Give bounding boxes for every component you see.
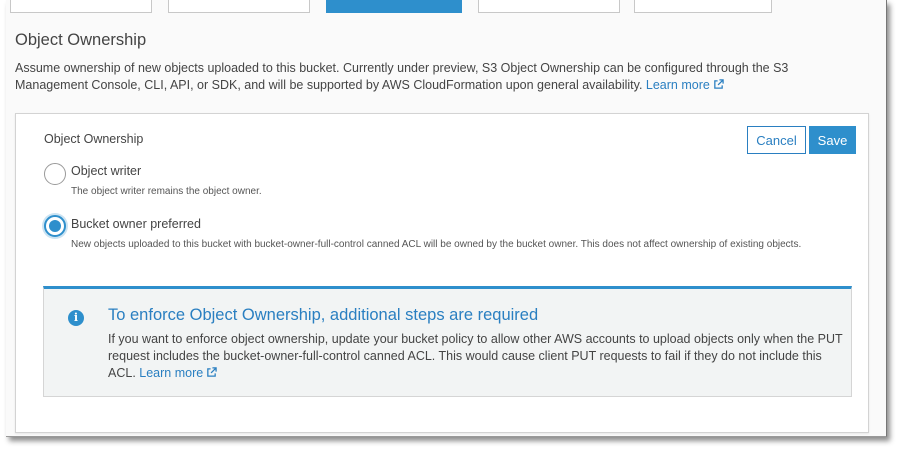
learn-more-label: Learn more [645, 78, 710, 92]
external-link-icon [714, 79, 724, 89]
bucket-owner-preferred-title: Bucket owner preferred [71, 217, 201, 231]
alert-learn-more-label: Learn more [139, 366, 204, 380]
tab-strip [6, 0, 886, 14]
bucket-owner-preferred-radio[interactable] [44, 215, 66, 237]
save-button[interactable]: Save [809, 126, 856, 154]
info-alert: i To enforce Object Ownership, additiona… [43, 286, 852, 397]
external-link-icon [207, 367, 217, 377]
tab-2[interactable] [168, 0, 310, 13]
page-frame: Object Ownership Assume ownership of new… [6, 0, 887, 437]
ownership-card: Object Ownership Cancel Save Object writ… [15, 113, 869, 433]
alert-title: To enforce Object Ownership, additional … [108, 306, 539, 324]
tab-1[interactable] [10, 0, 152, 13]
alert-body: If you want to enforce object ownership,… [108, 331, 843, 382]
card-label: Object Ownership [44, 132, 144, 146]
section-description: Assume ownership of new objects uploaded… [15, 60, 830, 94]
learn-more-link[interactable]: Learn more [646, 78, 724, 92]
object-writer-description: The object writer remains the object own… [71, 186, 262, 197]
cancel-button[interactable]: Cancel [747, 126, 806, 154]
tab-4[interactable] [478, 0, 620, 13]
bucket-owner-preferred-description: New objects uploaded to this bucket with… [71, 239, 802, 250]
info-icon: i [68, 310, 84, 326]
alert-learn-more-link[interactable]: Learn more [139, 366, 217, 380]
section-title: Object Ownership [15, 31, 147, 49]
object-writer-radio[interactable] [44, 163, 66, 185]
object-writer-title: Object writer [71, 164, 142, 178]
alert-text: If you want to enforce object ownership,… [108, 332, 843, 380]
tab-5[interactable] [634, 0, 772, 13]
tab-active[interactable] [326, 0, 462, 13]
